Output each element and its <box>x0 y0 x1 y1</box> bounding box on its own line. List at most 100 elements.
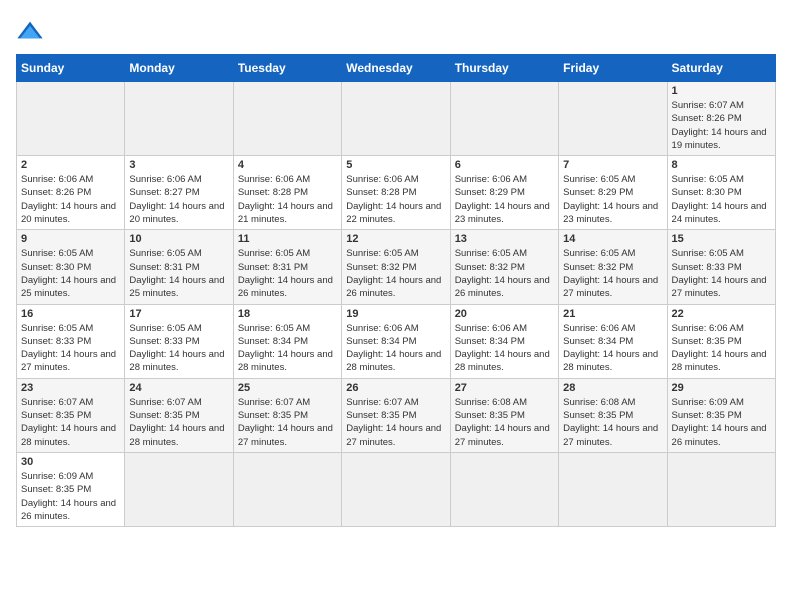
day-number: 2 <box>21 159 120 171</box>
calendar-cell: 15 Sunrise: 6:05 AM Sunset: 8:33 PM Dayli… <box>667 230 775 304</box>
day-number: 6 <box>455 159 554 171</box>
calendar-week-5: 23 Sunrise: 6:07 AM Sunset: 8:35 PM Dayli… <box>17 378 776 452</box>
calendar-cell: 2 Sunrise: 6:06 AM Sunset: 8:26 PM Daylig… <box>17 156 125 230</box>
weekday-header-wednesday: Wednesday <box>342 55 450 82</box>
day-info: Sunrise: 6:07 AM Sunset: 8:26 PM Dayligh… <box>672 99 771 152</box>
day-info: Sunrise: 6:05 AM Sunset: 8:31 PM Dayligh… <box>129 247 228 300</box>
calendar-cell: 11 Sunrise: 6:05 AM Sunset: 8:31 PM Dayli… <box>233 230 341 304</box>
day-info: Sunrise: 6:05 AM Sunset: 8:32 PM Dayligh… <box>455 247 554 300</box>
weekday-header-sunday: Sunday <box>17 55 125 82</box>
day-info: Sunrise: 6:09 AM Sunset: 8:35 PM Dayligh… <box>672 396 771 449</box>
calendar-cell: 5 Sunrise: 6:06 AM Sunset: 8:28 PM Daylig… <box>342 156 450 230</box>
calendar-cell: 22Sunrise: 6:06 AM Sunset: 8:35 PM Dayli… <box>667 304 775 378</box>
calendar-week-4: 16 Sunrise: 6:05 AM Sunset: 8:33 PM Dayli… <box>17 304 776 378</box>
calendar-cell: 28 Sunrise: 6:08 AM Sunset: 8:35 PM Dayli… <box>559 378 667 452</box>
calendar-cell: 17 Sunrise: 6:05 AM Sunset: 8:33 PM Dayli… <box>125 304 233 378</box>
calendar-cell: 24 Sunrise: 6:07 AM Sunset: 8:35 PM Dayli… <box>125 378 233 452</box>
day-number: 1 <box>672 85 771 97</box>
calendar-cell: 7 Sunrise: 6:05 AM Sunset: 8:29 PM Daylig… <box>559 156 667 230</box>
calendar-week-1: 1 Sunrise: 6:07 AM Sunset: 8:26 PM Daylig… <box>17 82 776 156</box>
weekday-header-thursday: Thursday <box>450 55 558 82</box>
day-number: 5 <box>346 159 445 171</box>
day-info: Sunrise: 6:06 AM Sunset: 8:29 PM Dayligh… <box>455 173 554 226</box>
day-info: Sunrise: 6:06 AM Sunset: 8:27 PM Dayligh… <box>129 173 228 226</box>
calendar-cell: 8 Sunrise: 6:05 AM Sunset: 8:30 PM Daylig… <box>667 156 775 230</box>
day-info: Sunrise: 6:07 AM Sunset: 8:35 PM Dayligh… <box>129 396 228 449</box>
calendar-cell: 30 Sunrise: 6:09 AM Sunset: 8:35 PM Dayli… <box>17 452 125 526</box>
day-number: 20 <box>455 308 554 320</box>
day-info: Sunrise: 6:06 AM Sunset: 8:28 PM Dayligh… <box>238 173 337 226</box>
calendar-cell: 3 Sunrise: 6:06 AM Sunset: 8:27 PM Daylig… <box>125 156 233 230</box>
day-number: 15 <box>672 233 771 245</box>
day-number: 8 <box>672 159 771 171</box>
calendar-cell: 25Sunrise: 6:07 AM Sunset: 8:35 PM Dayli… <box>233 378 341 452</box>
calendar-table: SundayMondayTuesdayWednesdayThursdayFrid… <box>16 54 776 527</box>
day-info: Sunrise: 6:05 AM Sunset: 8:30 PM Dayligh… <box>672 173 771 226</box>
day-number: 18 <box>238 308 337 320</box>
weekday-header-friday: Friday <box>559 55 667 82</box>
day-info: Sunrise: 6:05 AM Sunset: 8:32 PM Dayligh… <box>563 247 662 300</box>
day-info: Sunrise: 6:05 AM Sunset: 8:31 PM Dayligh… <box>238 247 337 300</box>
day-info: Sunrise: 6:05 AM Sunset: 8:33 PM Dayligh… <box>129 322 228 375</box>
day-number: 7 <box>563 159 662 171</box>
calendar-cell: 19 Sunrise: 6:06 AM Sunset: 8:34 PM Dayli… <box>342 304 450 378</box>
day-number: 10 <box>129 233 228 245</box>
day-number: 9 <box>21 233 120 245</box>
day-number: 29 <box>672 382 771 394</box>
day-number: 14 <box>563 233 662 245</box>
day-number: 16 <box>21 308 120 320</box>
calendar-cell: 13 Sunrise: 6:05 AM Sunset: 8:32 PM Dayli… <box>450 230 558 304</box>
day-number: 28 <box>563 382 662 394</box>
calendar-cell: 12 Sunrise: 6:05 AM Sunset: 8:32 PM Dayli… <box>342 230 450 304</box>
calendar-cell <box>125 82 233 156</box>
logo-icon <box>16 16 44 44</box>
logo <box>16 16 48 44</box>
calendar-week-6: 30 Sunrise: 6:09 AM Sunset: 8:35 PM Dayli… <box>17 452 776 526</box>
day-number: 19 <box>346 308 445 320</box>
day-number: 3 <box>129 159 228 171</box>
day-info: Sunrise: 6:05 AM Sunset: 8:29 PM Dayligh… <box>563 173 662 226</box>
calendar-week-3: 9Sunrise: 6:05 AM Sunset: 8:30 PM Daylig… <box>17 230 776 304</box>
calendar-cell <box>342 82 450 156</box>
weekday-header-saturday: Saturday <box>667 55 775 82</box>
calendar-cell: 21 Sunrise: 6:06 AM Sunset: 8:34 PM Dayli… <box>559 304 667 378</box>
page-header <box>16 16 776 44</box>
day-number: 21 <box>563 308 662 320</box>
day-number: 17 <box>129 308 228 320</box>
calendar-cell: 20 Sunrise: 6:06 AM Sunset: 8:34 PM Dayli… <box>450 304 558 378</box>
day-number: 23 <box>21 382 120 394</box>
calendar-cell: 18Sunrise: 6:05 AM Sunset: 8:34 PM Dayli… <box>233 304 341 378</box>
day-number: 4 <box>238 159 337 171</box>
day-number: 22 <box>672 308 771 320</box>
calendar-cell <box>559 82 667 156</box>
calendar-cell: 10 Sunrise: 6:05 AM Sunset: 8:31 PM Dayli… <box>125 230 233 304</box>
calendar-cell: 6 Sunrise: 6:06 AM Sunset: 8:29 PM Daylig… <box>450 156 558 230</box>
day-info: Sunrise: 6:05 AM Sunset: 8:33 PM Dayligh… <box>672 247 771 300</box>
calendar-cell: 27Sunrise: 6:08 AM Sunset: 8:35 PM Dayli… <box>450 378 558 452</box>
day-info: Sunrise: 6:07 AM Sunset: 8:35 PM Dayligh… <box>238 396 337 449</box>
weekday-header-tuesday: Tuesday <box>233 55 341 82</box>
day-number: 30 <box>21 456 120 468</box>
weekday-header-monday: Monday <box>125 55 233 82</box>
day-number: 11 <box>238 233 337 245</box>
calendar-cell: 9Sunrise: 6:05 AM Sunset: 8:30 PM Daylig… <box>17 230 125 304</box>
calendar-cell: 14 Sunrise: 6:05 AM Sunset: 8:32 PM Dayli… <box>559 230 667 304</box>
day-info: Sunrise: 6:08 AM Sunset: 8:35 PM Dayligh… <box>563 396 662 449</box>
calendar-cell <box>233 82 341 156</box>
day-info: Sunrise: 6:06 AM Sunset: 8:34 PM Dayligh… <box>346 322 445 375</box>
calendar-cell <box>559 452 667 526</box>
day-number: 12 <box>346 233 445 245</box>
calendar-cell <box>667 452 775 526</box>
calendar-cell: 29 Sunrise: 6:09 AM Sunset: 8:35 PM Dayli… <box>667 378 775 452</box>
day-info: Sunrise: 6:06 AM Sunset: 8:34 PM Dayligh… <box>563 322 662 375</box>
day-info: Sunrise: 6:05 AM Sunset: 8:32 PM Dayligh… <box>346 247 445 300</box>
day-info: Sunrise: 6:06 AM Sunset: 8:34 PM Dayligh… <box>455 322 554 375</box>
calendar-cell <box>17 82 125 156</box>
day-number: 24 <box>129 382 228 394</box>
day-info: Sunrise: 6:06 AM Sunset: 8:28 PM Dayligh… <box>346 173 445 226</box>
day-info: Sunrise: 6:07 AM Sunset: 8:35 PM Dayligh… <box>346 396 445 449</box>
day-number: 13 <box>455 233 554 245</box>
calendar-cell <box>342 452 450 526</box>
day-info: Sunrise: 6:09 AM Sunset: 8:35 PM Dayligh… <box>21 470 120 523</box>
day-info: Sunrise: 6:06 AM Sunset: 8:26 PM Dayligh… <box>21 173 120 226</box>
